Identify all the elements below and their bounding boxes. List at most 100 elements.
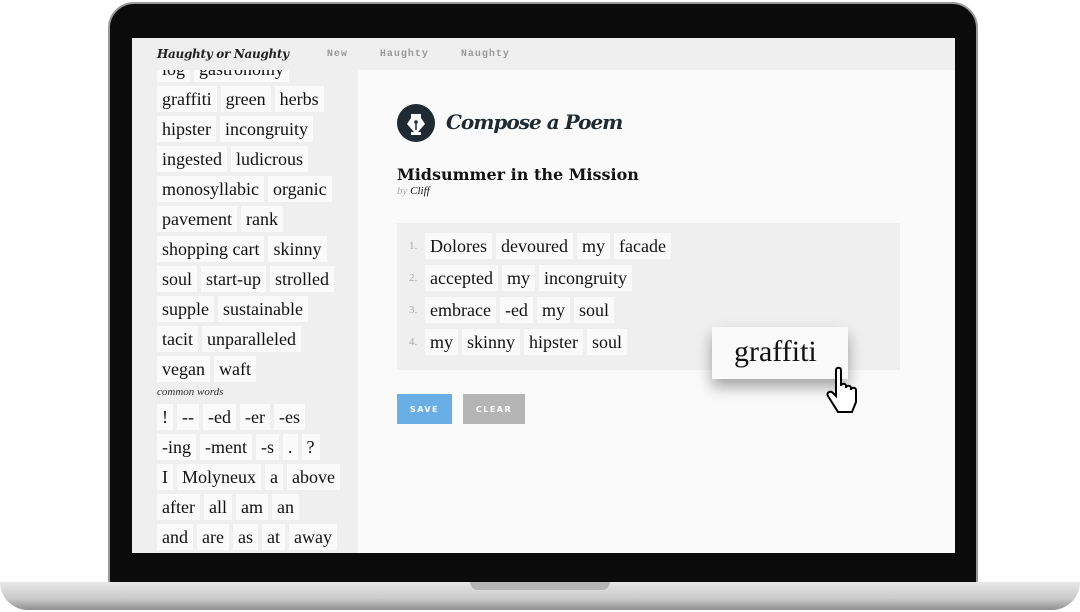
line-number: 1.	[409, 240, 418, 252]
word-tile[interactable]: monosyllabic	[157, 176, 264, 202]
word-tile[interactable]: .	[283, 434, 298, 460]
word-row: loggastronomy	[157, 70, 340, 82]
word-tile[interactable]: my	[536, 297, 570, 323]
word-tile[interactable]: --	[177, 404, 199, 430]
word-tile[interactable]: a	[265, 464, 283, 490]
poem-title: Midsummer in the Mission	[397, 165, 639, 184]
word-tile[interactable]: incongruity	[220, 116, 313, 142]
word-tile[interactable]: -ed	[499, 297, 533, 323]
word-tile[interactable]: -er	[239, 404, 270, 430]
word-tile[interactable]: -s	[256, 434, 279, 460]
word-tile[interactable]: facade	[614, 233, 671, 259]
nav-haughty[interactable]: Haughty	[380, 49, 429, 60]
word-tile[interactable]: am	[235, 494, 268, 520]
word-tile[interactable]: supple	[157, 296, 214, 322]
word-tile[interactable]: organic	[268, 176, 332, 202]
word-tile[interactable]: unparalleled	[201, 326, 301, 352]
word-row: soul start-up strolled	[157, 266, 340, 292]
nav-new[interactable]: New	[327, 49, 348, 60]
word-tile[interactable]: at	[261, 524, 285, 550]
word-row: I Molyneux a above	[157, 464, 340, 490]
word-tile[interactable]: -es	[273, 404, 305, 430]
word-tile[interactable]: away	[288, 524, 337, 550]
word-tile[interactable]: -ed	[203, 404, 236, 430]
word-row: graffiti green herbs	[157, 86, 340, 112]
word-tile[interactable]: accepted	[425, 265, 498, 291]
word-tile[interactable]: soul	[573, 297, 614, 323]
word-tile[interactable]: vegan	[157, 356, 210, 382]
word-tile[interactable]: rank	[240, 206, 283, 232]
word-tile[interactable]: ludicrous	[231, 146, 308, 172]
word-tile[interactable]: all	[203, 494, 232, 520]
word-tile[interactable]: herbs	[274, 86, 324, 112]
common-words-label: common words	[157, 386, 224, 398]
word-tile[interactable]: -ment	[200, 434, 252, 460]
word-tile[interactable]: as	[232, 524, 258, 550]
word-tile[interactable]: tacit	[157, 326, 198, 352]
word-tile[interactable]: my	[501, 265, 535, 291]
word-tile[interactable]: are	[197, 524, 229, 550]
word-tile[interactable]: an	[271, 494, 299, 520]
nav-naughty[interactable]: Naughty	[461, 49, 510, 60]
word-tile[interactable]: Molyneux	[177, 464, 261, 490]
by-label: by	[397, 185, 408, 197]
author: Cliff	[410, 185, 430, 197]
top-nav: Haughty or Naughty New Haughty Naughty	[132, 38, 955, 70]
page-title: Compose a Poem	[446, 110, 623, 134]
word-row: tacit unparalleled	[157, 326, 340, 352]
word-tile[interactable]: -ing	[157, 434, 196, 460]
word-tile[interactable]: pavement	[157, 206, 237, 232]
hand-cursor-icon	[824, 366, 864, 423]
save-button[interactable]: SAVE	[397, 394, 452, 424]
word-tile[interactable]: graffiti	[157, 86, 217, 112]
word-row: ! -- -ed -er -es	[157, 404, 340, 430]
laptop-notch	[470, 582, 610, 590]
word-row: vegan waft	[157, 356, 340, 382]
word-tile[interactable]: hipster	[157, 116, 216, 142]
word-tile[interactable]: above	[287, 464, 340, 490]
clear-button[interactable]: CLEAR	[463, 394, 525, 424]
word-tile[interactable]: devoured	[496, 233, 573, 259]
poem-line: 3. embrace -ed my soul	[409, 297, 900, 323]
poem-line: 1. Dolores devoured my facade	[409, 233, 900, 259]
word-row: ingested ludicrous	[157, 146, 340, 172]
word-tile[interactable]: skinny	[462, 329, 521, 355]
word-row: monosyllabic organic	[157, 176, 340, 202]
word-tile[interactable]: green	[220, 86, 271, 112]
brand-logo[interactable]: Haughty or Naughty	[157, 47, 289, 61]
word-tile[interactable]: ingested	[157, 146, 227, 172]
word-row: after all am an	[157, 494, 340, 520]
word-tile[interactable]: skinny	[268, 236, 327, 262]
word-tile[interactable]: sustainable	[218, 296, 308, 322]
word-tile[interactable]: my	[425, 329, 459, 355]
word-row: -ing -ment -s.?	[157, 434, 340, 460]
word-tile[interactable]: after	[157, 494, 200, 520]
byline: by Cliff	[397, 185, 430, 197]
word-tile[interactable]: gastronomy	[194, 70, 290, 82]
word-tile[interactable]: incongruity	[538, 265, 632, 291]
word-tile[interactable]: I	[157, 464, 173, 490]
word-tile[interactable]: soul	[587, 329, 628, 355]
word-tile[interactable]: and	[157, 524, 193, 550]
word-row: shopping cart skinny	[157, 236, 340, 262]
word-tile[interactable]: log	[157, 70, 191, 82]
word-tile[interactable]: ?	[301, 434, 320, 460]
compose-panel: Compose a Poem Midsummer in the Mission …	[358, 70, 955, 553]
word-tile[interactable]: soul	[157, 266, 198, 292]
word-tile[interactable]: Dolores	[425, 233, 492, 259]
word-tile[interactable]: !	[157, 404, 173, 430]
word-tile[interactable]: hipster	[524, 329, 584, 355]
word-bank[interactable]: loggastronomygraffitigreenherbshipsterin…	[132, 70, 358, 553]
screen: Haughty or Naughty New Haughty Naughty l…	[132, 38, 955, 553]
word-row: pavement rank	[157, 206, 340, 232]
word-tile[interactable]: embrace	[425, 297, 496, 323]
word-row: and are as at away	[157, 524, 340, 550]
word-tile[interactable]: waft	[213, 356, 256, 382]
word-row: supple sustainable	[157, 296, 340, 322]
word-tile[interactable]: shopping cart	[157, 236, 265, 262]
word-tile[interactable]: my	[576, 233, 610, 259]
word-tile[interactable]: start-up	[201, 266, 266, 292]
word-tile[interactable]: strolled	[270, 266, 334, 292]
line-number: 4.	[409, 336, 418, 348]
word-row: hipster incongruity	[157, 116, 340, 142]
